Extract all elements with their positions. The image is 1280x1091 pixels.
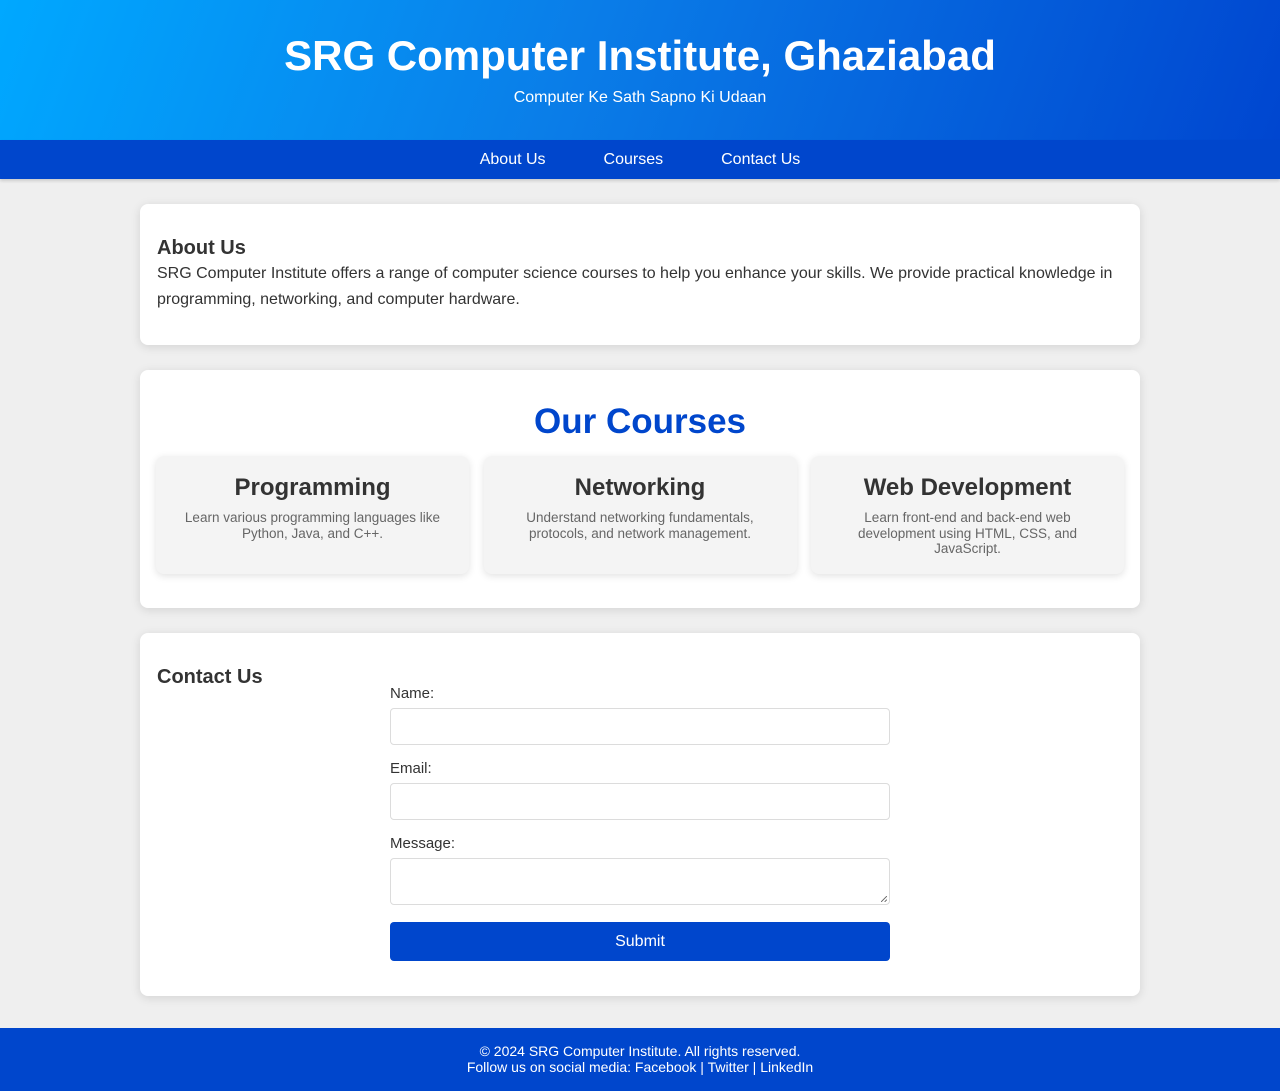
nav-item-contact[interactable]: Contact Us [721, 151, 800, 169]
course-title: Programming [234, 474, 391, 501]
site-header: SRG Computer Institute, Ghaziabad Comput… [0, 0, 1280, 140]
site-title: SRG Computer Institute, Ghaziabad [284, 32, 996, 79]
about-text: SRG Computer Institute offers a range of… [157, 265, 1113, 308]
contact-section: Contact Us Name: Email: Message: Submit [140, 633, 1140, 996]
main-nav: About Us Courses Contact Us [0, 140, 1280, 179]
course-card-networking: Networking Understand networking fundame… [483, 456, 797, 574]
email-field[interactable] [390, 783, 890, 820]
course-description: Understand networking fundamentals, prot… [526, 510, 754, 541]
contact-form: Name: Email: Message: Submit [390, 685, 890, 961]
message-field[interactable] [390, 858, 890, 905]
nav-item-courses[interactable]: Courses [604, 151, 664, 169]
course-description: Learn front-end and back-end web develop… [857, 510, 1078, 556]
main-content: About Us SRG Computer Institute offers a… [140, 179, 1140, 996]
resize-handle-icon[interactable] [881, 896, 887, 902]
course-card-web-development: Web Development Learn front-end and back… [811, 456, 1124, 574]
footer-copyright: © 2024 SRG Computer Institute. All right… [479, 1043, 801, 1059]
footer-social-prefix: Follow us on social media: [466, 1058, 635, 1075]
linkedin-link[interactable]: LinkedIn [760, 1059, 813, 1075]
footer-separator: | [748, 1058, 761, 1075]
footer-social: Follow us on social media: Facebook | Tw… [0, 1058, 1280, 1076]
courses-heading: Our Courses [534, 402, 746, 441]
course-title: Networking [574, 474, 706, 501]
nav-item-about[interactable]: About Us [480, 151, 546, 169]
message-label: Message: [390, 835, 456, 852]
course-description: Learn various programming languages like… [184, 510, 441, 541]
site-tagline: Computer Ke Sath Sapno Ki Udaan [513, 89, 767, 106]
name-label: Name: [390, 685, 435, 702]
email-label: Email: [390, 760, 432, 777]
footer-separator: | [696, 1058, 708, 1075]
about-heading: About Us [157, 237, 246, 259]
course-title: Web Development [863, 474, 1072, 501]
about-section: About Us SRG Computer Institute offers a… [140, 204, 1140, 345]
facebook-link[interactable]: Facebook [635, 1059, 696, 1075]
name-field[interactable] [390, 708, 890, 745]
course-card-programming: Programming Learn various programming la… [156, 456, 469, 574]
courses-section: Our Courses Programming Learn various pr… [140, 370, 1140, 608]
submit-button[interactable]: Submit [390, 922, 890, 961]
twitter-link[interactable]: Twitter [708, 1059, 749, 1075]
site-footer: © 2024 SRG Computer Institute. All right… [0, 1028, 1280, 1091]
course-list: Programming Learn various programming la… [156, 456, 1124, 574]
